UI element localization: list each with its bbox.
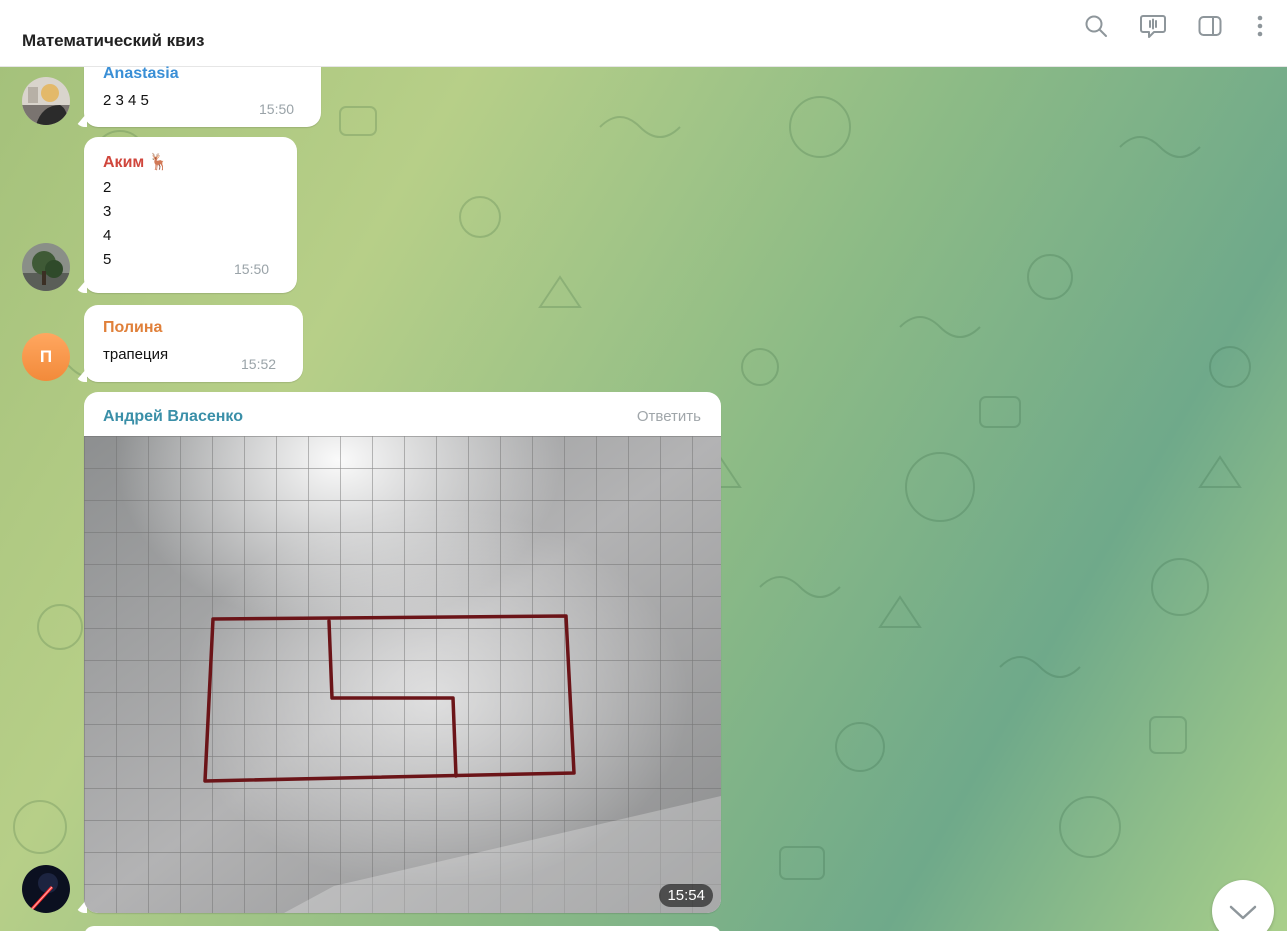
message-bubble-polina[interactable]: Полина трапеция 15:52 — [84, 305, 303, 382]
message-photo[interactable]: 15:54 — [84, 436, 721, 913]
photo-time: 15:54 — [659, 884, 713, 907]
live-stream-icon[interactable] — [1139, 12, 1167, 40]
avatar-polina[interactable]: П — [22, 333, 70, 381]
message-text-line: 4 — [103, 227, 112, 244]
message-text-line: 5 — [103, 251, 112, 268]
chat-title[interactable]: Математический квиз — [22, 31, 205, 51]
chevron-down-icon — [1229, 905, 1257, 920]
avatar-anastasia[interactable] — [22, 77, 70, 125]
avatar-photo — [22, 77, 70, 125]
message-text-line: 3 — [103, 203, 112, 220]
sender-name[interactable]: Андрей Власенко — [103, 408, 243, 426]
message-bubble-anastasia[interactable]: Anastasia 2 3 4 5 15:50 — [84, 65, 321, 127]
reply-button[interactable]: Ответить — [637, 408, 701, 425]
avatar-akim[interactable] — [22, 243, 70, 291]
scroll-to-bottom-button[interactable] — [1212, 880, 1274, 931]
message-text-line: 2 — [103, 179, 112, 196]
message-bubble-akim[interactable]: Аким 🦌 2 3 4 5 15:50 — [84, 137, 297, 293]
message-time: 15:52 — [241, 356, 277, 372]
message-text: трапеция — [103, 346, 169, 363]
message-text: 2 3 4 5 — [103, 92, 149, 109]
sender-name[interactable]: Полина — [103, 319, 162, 337]
next-message-bubble[interactable] — [84, 926, 721, 931]
message-time: 15:50 — [259, 101, 295, 117]
sidebar-toggle-icon[interactable] — [1196, 12, 1224, 40]
avatar-andrey[interactable] — [22, 865, 70, 913]
search-icon[interactable] — [1082, 12, 1110, 40]
telegram-chat-window: Математический квиз Anastasia 2 3 4 5 15… — [0, 0, 1287, 931]
message-bubble-andrey[interactable]: Андрей Власенко Ответить 15:54 — [84, 392, 721, 913]
more-vertical-icon[interactable] — [1246, 12, 1274, 40]
avatar-photo — [22, 243, 70, 291]
chat-header: Математический квиз — [0, 0, 1287, 67]
sender-name[interactable]: Аким 🦌 — [103, 152, 169, 172]
grid-paper-drawing — [84, 436, 721, 913]
sender-name[interactable]: Anastasia — [103, 65, 179, 83]
avatar-photo — [22, 865, 70, 913]
message-time: 15:50 — [234, 261, 270, 277]
